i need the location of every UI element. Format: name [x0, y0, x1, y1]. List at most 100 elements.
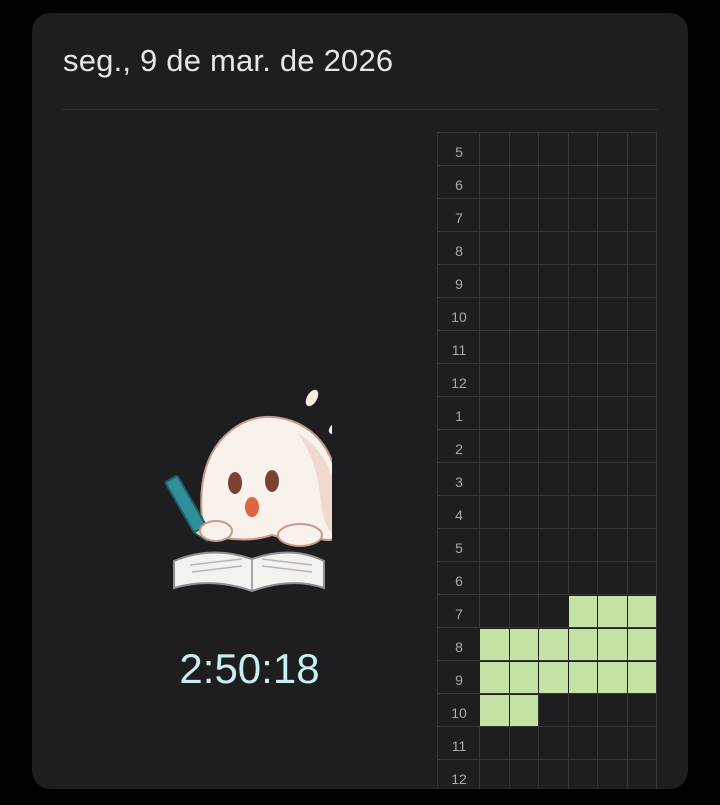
- timeline-cell: [508, 430, 539, 462]
- timeline-cell: [597, 298, 627, 330]
- timeline-cell: [597, 199, 627, 231]
- timeline-cell: [479, 232, 509, 264]
- timeline-cell: [597, 331, 627, 363]
- timeline-cell: [479, 463, 509, 495]
- timeline-row: 9: [437, 660, 657, 693]
- timeline-cell: [479, 529, 509, 561]
- timeline-cell: [479, 496, 509, 528]
- timeline-cell: [538, 727, 568, 759]
- timeline-cell: [538, 265, 568, 297]
- timeline-cell: [597, 562, 627, 594]
- hour-label: 9: [437, 265, 480, 297]
- timeline-cell: [597, 727, 627, 759]
- hour-label: 8: [437, 628, 480, 660]
- timeline-cell: [626, 529, 657, 561]
- timeline-cell: [479, 397, 509, 429]
- timeline-cell-filled: [538, 661, 568, 693]
- timeline-cell-filled: [508, 628, 538, 660]
- timeline-cell: [538, 133, 568, 165]
- hour-label: 2: [437, 430, 480, 462]
- timeline-row: 12: [437, 759, 657, 789]
- timeline-cell: [597, 232, 627, 264]
- timeline-cell: [567, 232, 598, 264]
- timeline-cell: [538, 760, 568, 789]
- timeline-cell: [508, 364, 539, 396]
- timeline-cell-filled: [597, 661, 627, 693]
- timeline-cell: [626, 199, 657, 231]
- hour-label: 12: [437, 760, 480, 789]
- timeline-cell: [508, 562, 539, 594]
- timeline-row: 12: [437, 363, 657, 396]
- hour-label: 7: [437, 199, 480, 231]
- timeline-cell: [538, 496, 568, 528]
- timeline-cell-filled: [479, 661, 509, 693]
- timeline-cell: [597, 430, 627, 462]
- hour-label: 6: [437, 562, 480, 594]
- timeline-cell-filled: [567, 595, 597, 627]
- timeline-row: 3: [437, 462, 657, 495]
- timeline-cell: [538, 463, 568, 495]
- timeline-cell: [479, 298, 509, 330]
- timeline-cell: [626, 166, 657, 198]
- timeline-cell-filled: [567, 628, 597, 660]
- timeline-cell: [508, 166, 539, 198]
- timeline-cell: [626, 397, 657, 429]
- timeline-cell: [538, 298, 568, 330]
- timeline-cell: [626, 298, 657, 330]
- day-card: seg., 9 de mar. de 2026 2:50:18 5 6 7 8 9 10 1…: [32, 13, 688, 789]
- timeline-cell: [508, 463, 539, 495]
- timeline-cell: [567, 364, 598, 396]
- timeline-row: 1: [437, 396, 657, 429]
- hour-label: 8: [437, 232, 480, 264]
- timeline-cell: [567, 694, 598, 726]
- timeline-cell: [508, 133, 539, 165]
- timeline-cell: [597, 364, 627, 396]
- timeline-cell: [597, 463, 627, 495]
- timeline-cell: [626, 463, 657, 495]
- timeline-cell: [508, 232, 539, 264]
- timeline-cell: [597, 694, 627, 726]
- timeline-cell: [567, 760, 598, 789]
- timeline-cell: [626, 331, 657, 363]
- timeline-cell: [567, 562, 598, 594]
- timeline-cell: [597, 397, 627, 429]
- hour-label: 11: [437, 331, 480, 363]
- date-title: seg., 9 de mar. de 2026: [63, 43, 394, 78]
- timeline-cell: [508, 265, 539, 297]
- timeline-row: 2: [437, 429, 657, 462]
- timeline-cell: [567, 397, 598, 429]
- timeline-cell: [597, 166, 627, 198]
- timeline-cell: [567, 463, 598, 495]
- timeline-cell: [538, 364, 568, 396]
- timeline-cell-filled: [626, 661, 657, 693]
- timeline-cell: [538, 595, 568, 627]
- timeline-cell: [538, 199, 568, 231]
- timeline-cell: [479, 727, 509, 759]
- timeline-cell-filled: [626, 595, 657, 627]
- hour-label: 3: [437, 463, 480, 495]
- timeline-cell: [567, 298, 598, 330]
- timeline-row: 10: [437, 693, 657, 726]
- hour-label: 10: [437, 298, 480, 330]
- timeline-row: 4: [437, 495, 657, 528]
- timeline-cell: [479, 562, 509, 594]
- hour-label: 9: [437, 661, 480, 693]
- timeline-row: 11: [437, 726, 657, 759]
- timeline-cell: [479, 331, 509, 363]
- timeline-cell: [538, 232, 568, 264]
- timeline-cell: [567, 529, 598, 561]
- timeline-cell-filled: [538, 628, 568, 660]
- timeline-row: 9: [437, 264, 657, 297]
- timeline-cell-filled: [597, 628, 627, 660]
- hour-label: 10: [437, 694, 480, 726]
- timeline-cell: [567, 133, 598, 165]
- timeline-row: 7: [437, 198, 657, 231]
- timeline-row: 6: [437, 165, 657, 198]
- timeline-cell-filled: [508, 661, 538, 693]
- timeline-cell: [626, 496, 657, 528]
- timeline-cell: [626, 694, 657, 726]
- hour-label: 5: [437, 133, 480, 165]
- timeline-cell: [538, 430, 568, 462]
- timeline-cell: [597, 265, 627, 297]
- timeline-cell: [508, 727, 539, 759]
